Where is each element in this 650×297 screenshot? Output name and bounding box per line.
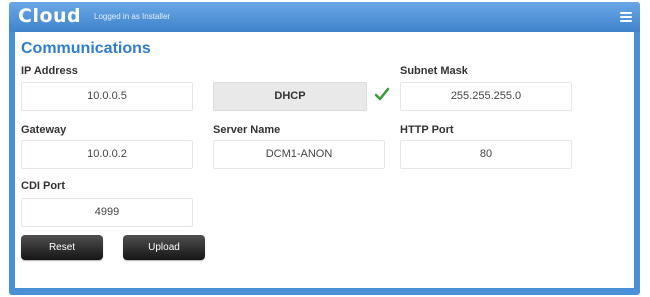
http-port-label: HTTP Port (400, 124, 454, 136)
http-port-field[interactable]: 80 (400, 140, 572, 169)
communications-panel: Communications IP Address 10.0.0.5 DHCP … (15, 32, 634, 288)
upload-button[interactable]: Upload (123, 235, 205, 260)
cdi-port-label: CDI Port (21, 180, 65, 192)
app-window: Cloud Logged in as Installer Communicati… (9, 2, 640, 295)
cdi-port-field[interactable]: 4999 (21, 198, 193, 227)
ip-address-field[interactable]: 10.0.0.5 (21, 82, 193, 111)
login-status: Logged in as Installer (94, 12, 171, 21)
page-title: Communications (21, 40, 151, 57)
reset-button[interactable]: Reset (21, 235, 103, 260)
gateway-field[interactable]: 10.0.0.2 (21, 140, 193, 169)
server-name-field[interactable]: DCM1-ANON (213, 140, 385, 169)
dhcp-button[interactable]: DHCP (213, 82, 367, 111)
subnet-mask-label: Subnet Mask (400, 65, 468, 77)
hamburger-menu-icon[interactable] (620, 11, 632, 23)
subnet-mask-field[interactable]: 255.255.255.0 (400, 82, 572, 111)
cloud-logo: Cloud (18, 5, 82, 27)
gateway-label: Gateway (21, 124, 67, 136)
server-name-label: Server Name (213, 124, 281, 136)
checkmark-icon (374, 87, 390, 101)
top-bar: Cloud Logged in as Installer (9, 2, 640, 32)
ip-address-label: IP Address (21, 65, 78, 77)
